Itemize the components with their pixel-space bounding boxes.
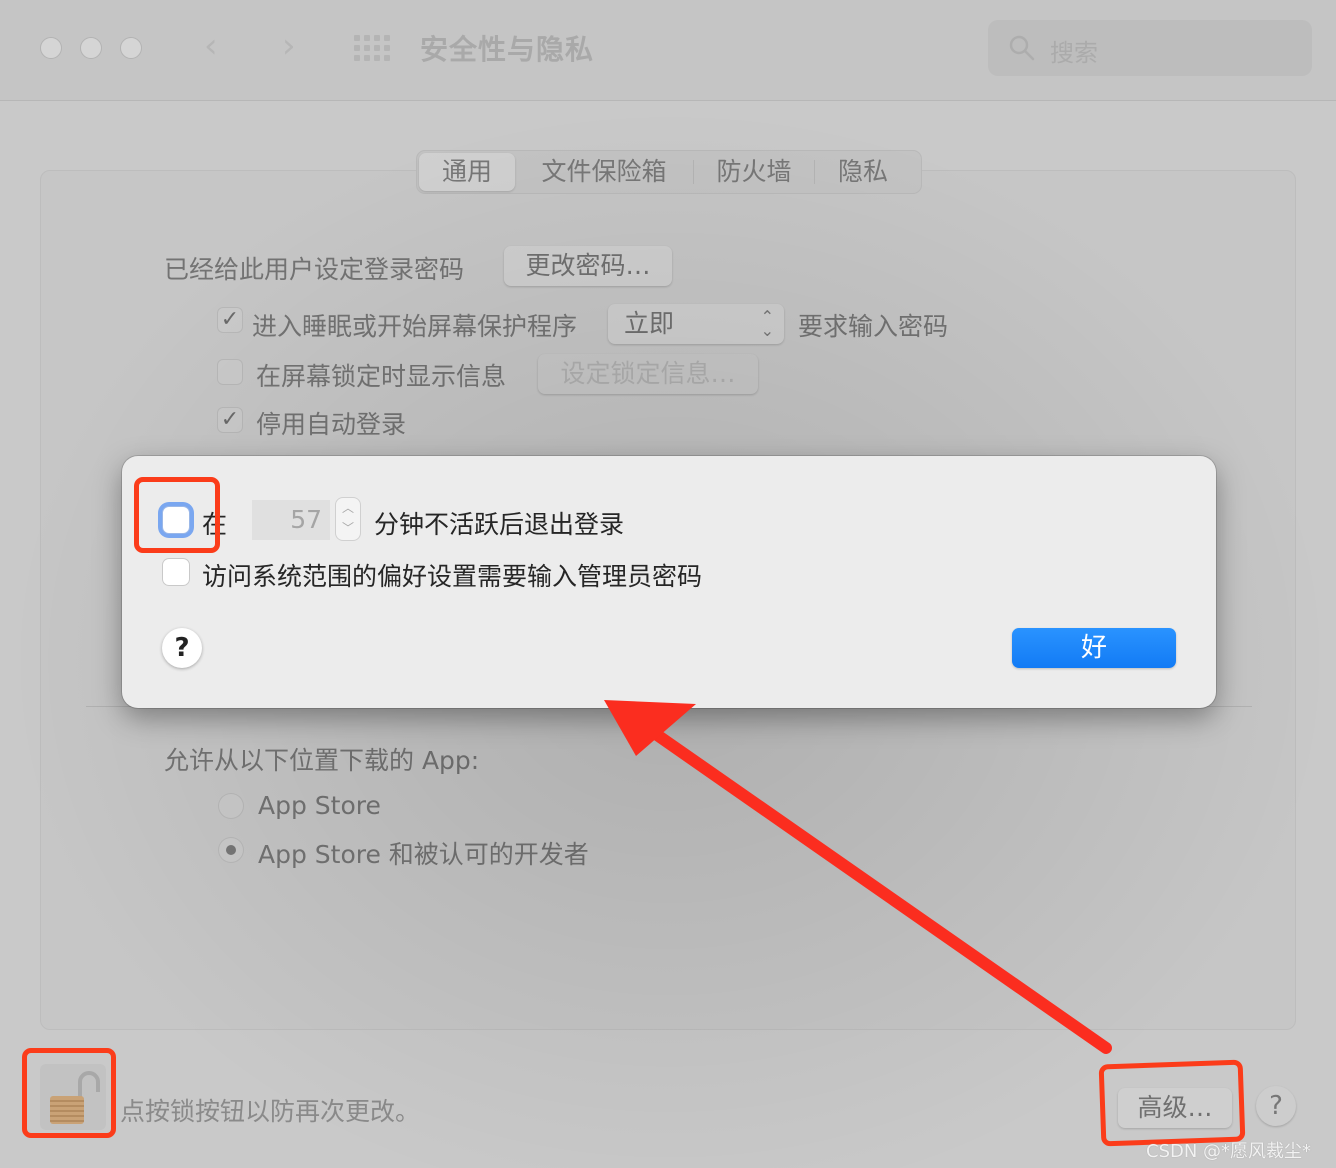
auto-logout-checkbox[interactable]: [162, 506, 190, 534]
password-set-label: 已经给此用户设定登录密码: [164, 255, 465, 284]
minimize-window-button[interactable]: [80, 37, 102, 59]
forward-arrow-icon[interactable]: ›: [282, 28, 296, 64]
tab-filevault[interactable]: 文件保险箱: [515, 153, 693, 191]
require-password-suffix: 要求输入密码: [798, 312, 949, 341]
back-arrow-icon[interactable]: ‹: [204, 28, 218, 64]
radio-app-store[interactable]: [218, 793, 244, 819]
require-password-delay-select[interactable]: 立即 ⌃ ⌄: [608, 304, 784, 344]
zoom-window-button[interactable]: [120, 37, 142, 59]
lock-button[interactable]: [40, 1064, 106, 1130]
logout-minutes-stepper[interactable]: ︿ ﹀: [336, 498, 360, 540]
stepper-up-icon[interactable]: ︿: [336, 498, 360, 518]
unlocked-padlock-icon: [50, 1071, 100, 1124]
show-message-label: 在屏幕锁定时显示信息: [256, 362, 507, 391]
search-icon: [1009, 35, 1035, 61]
close-window-button[interactable]: [40, 37, 62, 59]
watermark-text: CSDN @*愿风裁尘*: [1146, 1141, 1312, 1162]
radio-app-store-and-identified[interactable]: [218, 837, 244, 863]
auto-logout-prefix: 在: [202, 510, 228, 539]
show-all-grid-icon[interactable]: [354, 35, 390, 61]
logout-minutes-field[interactable]: 57: [252, 500, 330, 540]
stepper-down-icon[interactable]: ﹀: [336, 518, 360, 538]
require-password-label: 进入睡眠或开始屏幕保护程序: [252, 312, 578, 341]
change-password-button[interactable]: 更改密码…: [504, 246, 672, 286]
advanced-button[interactable]: 高级…: [1118, 1088, 1232, 1128]
radio-app-store-label: App Store: [258, 791, 381, 820]
lock-hint-text: 点按锁按钮以防再次更改。: [120, 1097, 421, 1126]
dialog-help-button[interactable]: ?: [162, 628, 202, 668]
disable-auto-login-checkbox[interactable]: ✓: [217, 407, 243, 433]
tab-privacy[interactable]: 隐私: [815, 153, 911, 191]
search-placeholder: 搜索: [1050, 39, 1098, 67]
ok-button[interactable]: 好: [1012, 628, 1176, 668]
chevron-up-down-icon: ⌃ ⌄: [760, 307, 774, 340]
require-password-checkbox[interactable]: ✓: [217, 307, 243, 333]
help-button[interactable]: ?: [1256, 1086, 1296, 1126]
tab-firewall[interactable]: 防火墙: [694, 153, 814, 191]
checkmark-icon: ✓: [220, 407, 240, 432]
search-field[interactable]: [988, 20, 1312, 76]
allow-downloads-label: 允许从以下位置下载的 App:: [164, 746, 480, 775]
auto-logout-suffix: 分钟不活跃后退出登录: [374, 510, 625, 539]
select-value: 立即: [624, 309, 675, 338]
require-admin-password-checkbox[interactable]: [162, 558, 190, 586]
require-admin-password-label: 访问系统范围的偏好设置需要输入管理员密码: [202, 562, 703, 591]
set-lock-message-button[interactable]: 设定锁定信息…: [538, 354, 758, 394]
disable-auto-login-label: 停用自动登录: [256, 410, 407, 439]
show-message-checkbox[interactable]: [217, 359, 243, 385]
window-title: 安全性与隐私: [420, 33, 595, 66]
checkmark-icon: ✓: [220, 307, 240, 332]
radio-app-store-and-identified-label: App Store 和被认可的开发者: [258, 840, 589, 869]
tab-bar: 通用 文件保险箱 防火墙 隐私: [416, 150, 922, 194]
tab-general[interactable]: 通用: [419, 153, 515, 191]
